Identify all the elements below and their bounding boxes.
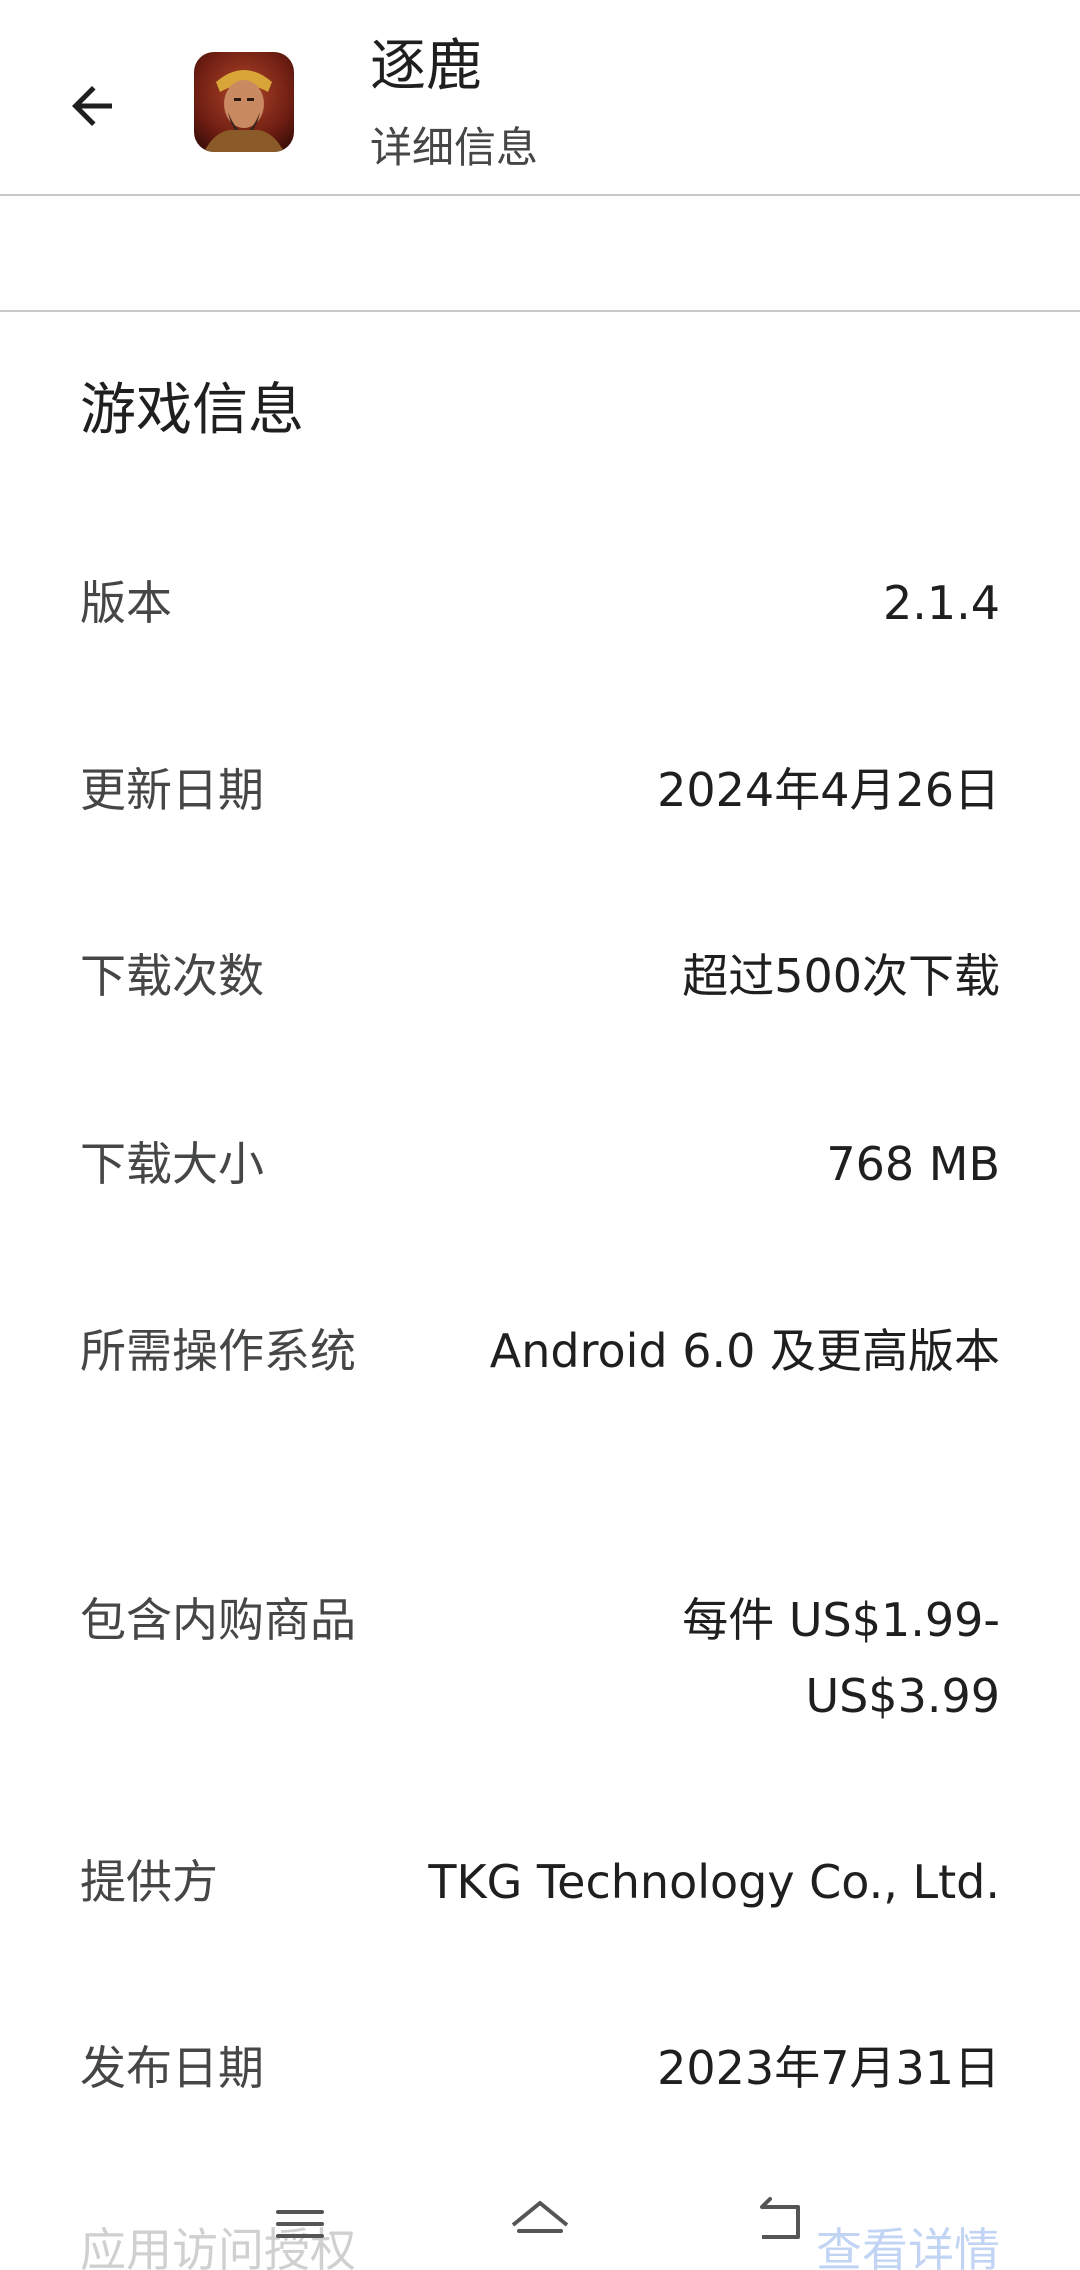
back-button[interactable]: [52, 66, 132, 146]
row-value: 768 MB: [826, 1137, 1000, 1191]
row-label: 下载次数: [80, 949, 264, 1003]
row-label: 下载大小: [80, 1137, 264, 1191]
info-row-release-date: 发布日期 2023年7月31日: [80, 2030, 1000, 2106]
system-nav-bar: [0, 2180, 1080, 2270]
blank-strip: [0, 196, 1080, 312]
row-value: 2023年7月31日: [657, 2041, 1000, 2095]
back-return-icon: [760, 2197, 800, 2239]
row-label: 包含内购商品: [80, 1593, 356, 1647]
menu-lines-icon: [276, 2210, 324, 2238]
recents-button[interactable]: [240, 2180, 360, 2270]
app-details-page: 逐鹿 详细信息 游戏信息 版本 2.1.4 更新日期 2024年4月26日 下载…: [0, 0, 1080, 2270]
back-nav-button[interactable]: [720, 2180, 840, 2270]
row-value: TKG Technology Co., Ltd.: [428, 1855, 1000, 1909]
row-value: Android 6.0 及更高版本: [489, 1324, 1000, 1378]
info-row-download-size: 下载大小 768 MB: [80, 1126, 1000, 1202]
home-icon: [511, 2201, 569, 2233]
info-row-version: 版本 2.1.4: [80, 565, 1000, 641]
row-label: 发布日期: [80, 2041, 264, 2095]
top-app-bar: 逐鹿 详细信息: [0, 0, 1080, 196]
row-label: 提供方: [80, 1855, 218, 1909]
home-button[interactable]: [480, 2180, 600, 2270]
info-row-iap: 包含内购商品 每件 US$1.99-US$3.99: [80, 1582, 1000, 1734]
row-value: 每件 US$1.99-US$3.99: [682, 1593, 1000, 1723]
row-value: 2024年4月26日: [657, 763, 1000, 817]
row-label: 更新日期: [80, 763, 264, 817]
arrow-back-icon: [72, 86, 112, 126]
row-label: 所需操作系统: [80, 1324, 356, 1378]
info-row-provider: 提供方 TKG Technology Co., Ltd.: [80, 1844, 1000, 1920]
info-row-updated: 更新日期 2024年4月26日: [80, 752, 1000, 828]
section-title: 游戏信息: [80, 378, 304, 443]
row-label: 版本: [80, 576, 172, 630]
app-icon: [194, 52, 294, 152]
row-value: 超过500次下载: [682, 949, 1000, 1003]
page-subtitle: 详细信息: [370, 123, 539, 172]
row-value: 2.1.4: [882, 576, 1000, 630]
app-title: 逐鹿: [370, 34, 482, 99]
info-row-downloads: 下载次数 超过500次下载: [80, 938, 1000, 1014]
info-row-os: 所需操作系统 Android 6.0 及更高版本: [80, 1313, 1000, 1389]
